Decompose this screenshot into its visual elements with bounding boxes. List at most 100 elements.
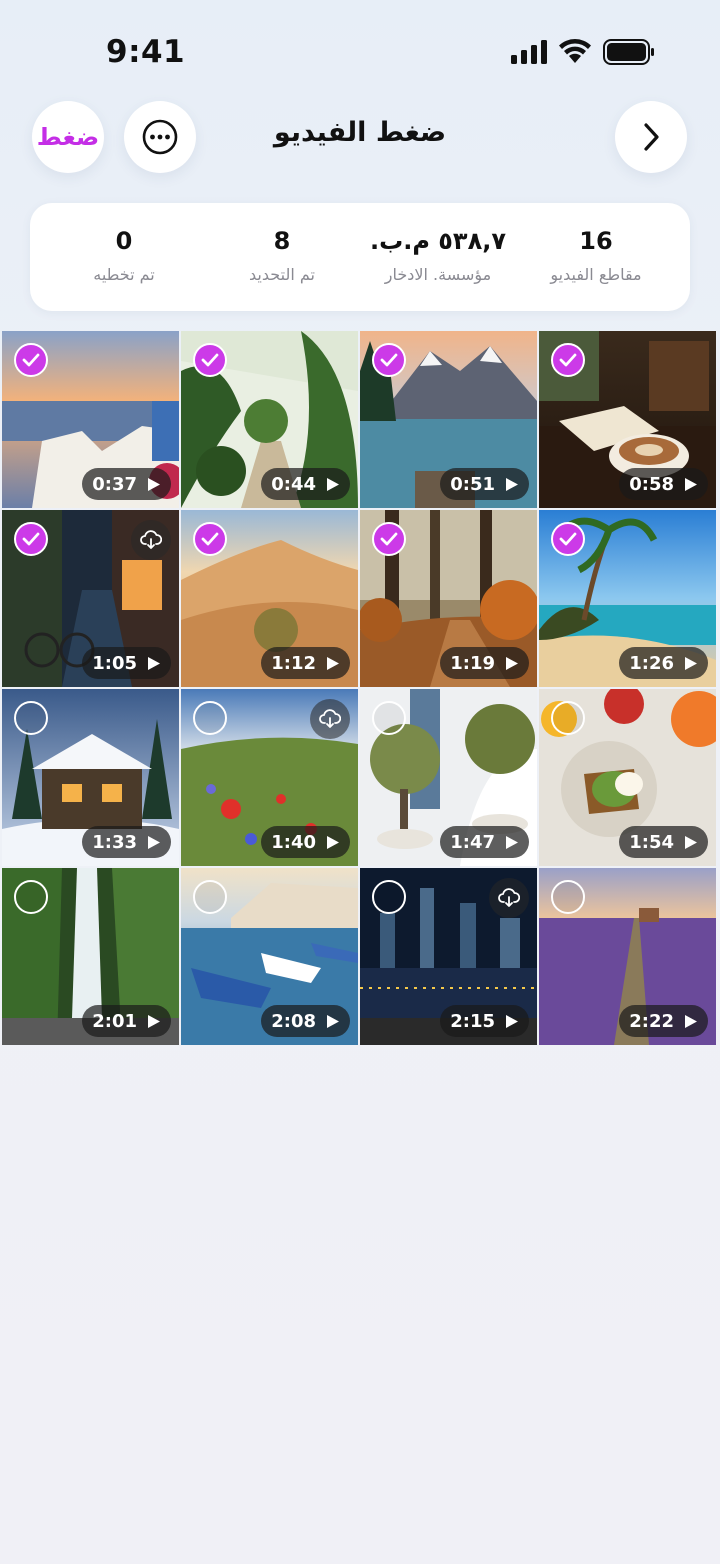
duration-badge: 1:26 <box>619 647 708 679</box>
duration-label: 2:08 <box>271 1010 316 1032</box>
duration-label: 0:51 <box>450 473 495 495</box>
video-thumbnail[interactable]: 1:26 <box>539 510 716 687</box>
checkmark-icon <box>201 353 219 367</box>
stat-value: 8 <box>273 227 291 255</box>
video-thumbnail[interactable]: 2:15 <box>360 868 537 1045</box>
selected-checkbox[interactable] <box>14 522 48 556</box>
video-grid: 0:58 0:51 0:44 0:37 1:26 1:19 1:12 1:05 … <box>2 331 718 1047</box>
duration-label: 2:15 <box>450 1010 495 1032</box>
play-icon <box>148 1014 160 1028</box>
chevron-right-icon <box>644 123 659 151</box>
duration-label: 1:26 <box>629 652 674 674</box>
play-icon <box>327 477 339 491</box>
play-icon <box>148 656 160 670</box>
duration-label: 1:33 <box>92 831 137 853</box>
checkmark-icon <box>559 532 577 546</box>
play-icon <box>148 477 160 491</box>
video-thumbnail[interactable]: 2:01 <box>2 868 179 1045</box>
duration-label: 2:22 <box>629 1010 674 1032</box>
unselected-checkbox[interactable] <box>372 880 406 914</box>
selected-checkbox[interactable] <box>193 343 227 377</box>
video-thumbnail[interactable]: 1:05 <box>2 510 179 687</box>
cloud-download-badge <box>489 878 529 918</box>
duration-label: 1:12 <box>271 652 316 674</box>
video-thumbnail[interactable]: 1:54 <box>539 689 716 866</box>
duration-badge: 1:19 <box>440 647 529 679</box>
video-thumbnail[interactable]: 1:47 <box>360 689 537 866</box>
checkmark-icon <box>559 353 577 367</box>
play-icon <box>685 1014 697 1028</box>
compress-button[interactable]: ضغط <box>32 101 104 173</box>
selected-checkbox[interactable] <box>551 522 585 556</box>
status-time: 9:41 <box>106 34 186 70</box>
play-icon <box>506 656 518 670</box>
duration-label: 1:40 <box>271 831 316 853</box>
cloud-download-icon <box>140 530 162 549</box>
ellipsis-circle-icon <box>142 119 178 155</box>
duration-badge: 2:08 <box>261 1005 350 1037</box>
stat-label: تم تخطيه <box>93 265 155 284</box>
cloud-download-badge <box>131 520 171 560</box>
duration-label: 0:37 <box>92 473 137 495</box>
video-thumbnail[interactable]: 1:33 <box>2 689 179 866</box>
selected-checkbox[interactable] <box>372 343 406 377</box>
wifi-icon <box>559 39 591 63</box>
duration-badge: 1:12 <box>261 647 350 679</box>
stat-value: 0 <box>115 227 133 255</box>
selected-checkbox[interactable] <box>551 343 585 377</box>
duration-badge: 2:22 <box>619 1005 708 1037</box>
play-icon <box>685 835 697 849</box>
video-thumbnail[interactable]: 0:51 <box>360 331 537 508</box>
duration-badge: 1:54 <box>619 826 708 858</box>
cellular-signal-icon <box>511 40 547 64</box>
play-icon <box>148 835 160 849</box>
checkmark-icon <box>380 532 398 546</box>
selected-checkbox[interactable] <box>14 343 48 377</box>
duration-badge: 1:05 <box>82 647 171 679</box>
unselected-checkbox[interactable] <box>372 701 406 735</box>
video-thumbnail[interactable]: 1:12 <box>181 510 358 687</box>
unselected-checkbox[interactable] <box>551 880 585 914</box>
video-thumbnail[interactable]: 2:08 <box>181 868 358 1045</box>
duration-badge: 2:01 <box>82 1005 171 1037</box>
stats-card: 16 مقاطع الفيديو ٥٣٨,٧ م.ب. مؤسسة. الادخ… <box>30 203 690 311</box>
more-options-button[interactable] <box>124 101 196 173</box>
duration-label: 2:01 <box>92 1010 137 1032</box>
cloud-download-icon <box>498 888 520 907</box>
selected-checkbox[interactable] <box>372 522 406 556</box>
video-thumbnail[interactable]: 0:44 <box>181 331 358 508</box>
unselected-checkbox[interactable] <box>14 880 48 914</box>
play-icon <box>327 656 339 670</box>
duration-badge: 0:51 <box>440 468 529 500</box>
play-icon <box>685 656 697 670</box>
video-thumbnail[interactable]: 2:22 <box>539 868 716 1045</box>
duration-label: 1:05 <box>92 652 137 674</box>
video-thumbnail[interactable]: 0:58 <box>539 331 716 508</box>
unselected-checkbox[interactable] <box>14 701 48 735</box>
duration-badge: 0:44 <box>261 468 350 500</box>
duration-label: 1:19 <box>450 652 495 674</box>
checkmark-icon <box>22 532 40 546</box>
video-thumbnail[interactable]: 1:40 <box>181 689 358 866</box>
duration-label: 0:58 <box>629 473 674 495</box>
duration-badge: 0:37 <box>82 468 171 500</box>
duration-label: 1:47 <box>450 831 495 853</box>
duration-label: 0:44 <box>271 473 316 495</box>
play-icon <box>327 1014 339 1028</box>
video-thumbnail[interactable]: 1:19 <box>360 510 537 687</box>
selected-checkbox[interactable] <box>193 522 227 556</box>
play-icon <box>327 835 339 849</box>
page-title: ضغط الفيديو <box>273 117 447 148</box>
unselected-checkbox[interactable] <box>193 880 227 914</box>
video-thumbnail[interactable]: 0:37 <box>2 331 179 508</box>
stat-label: تم التحديد <box>249 265 315 284</box>
unselected-checkbox[interactable] <box>193 701 227 735</box>
checkmark-icon <box>22 353 40 367</box>
back-button[interactable] <box>615 101 687 173</box>
duration-badge: 1:40 <box>261 826 350 858</box>
battery-icon <box>603 39 654 65</box>
duration-badge: 1:47 <box>440 826 529 858</box>
checkmark-icon <box>380 353 398 367</box>
unselected-checkbox[interactable] <box>551 701 585 735</box>
checkmark-icon <box>201 532 219 546</box>
